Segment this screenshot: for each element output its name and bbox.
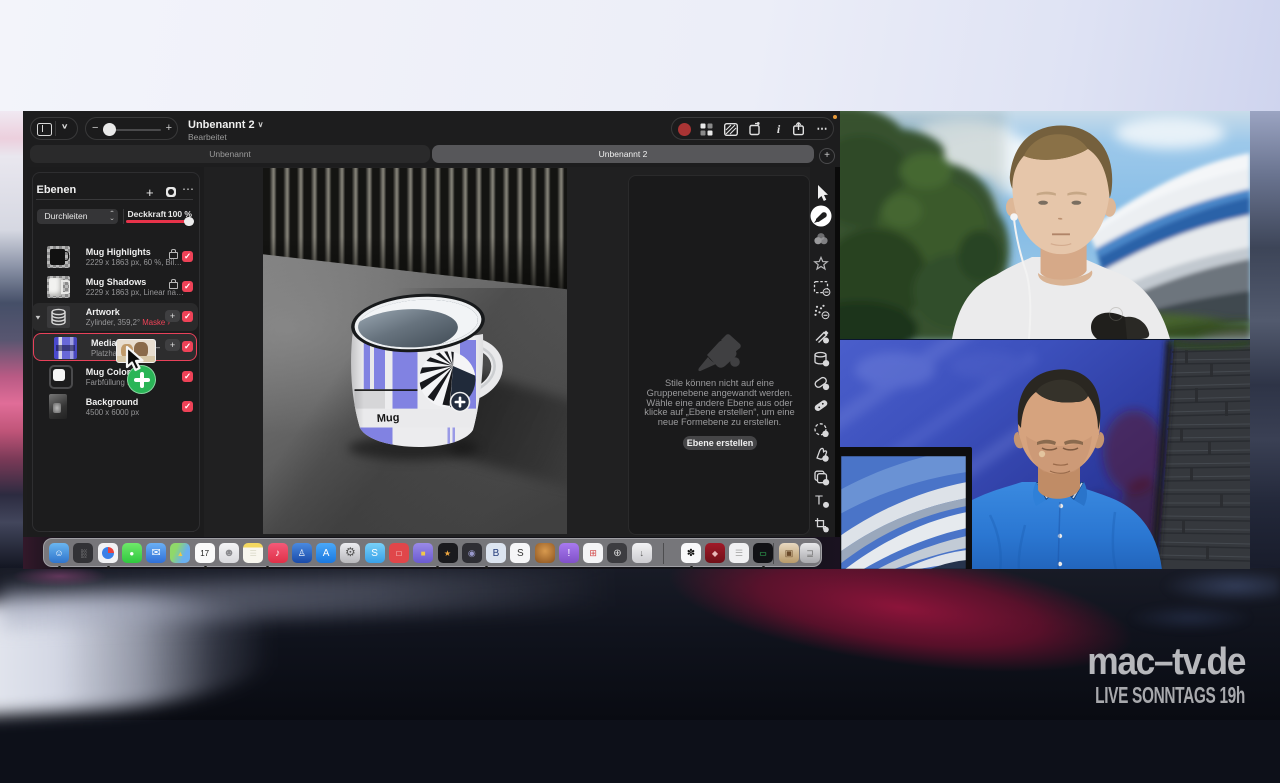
svg-text:T: T [815,492,823,507]
svg-text:Mug: Mug [377,412,400,425]
